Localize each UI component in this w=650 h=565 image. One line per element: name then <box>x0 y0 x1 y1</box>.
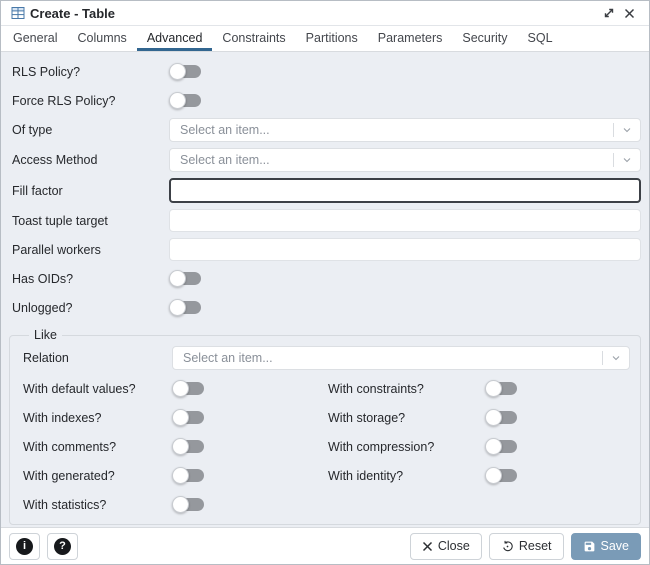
field-with-storage: With storage? <box>325 406 630 429</box>
has-oids-toggle[interactable] <box>169 270 202 287</box>
parallel-workers-label: Parallel workers <box>12 242 101 257</box>
help-icon: ? <box>54 537 71 555</box>
field-row-toast-tuple-target: Toast tuple target <box>9 209 641 232</box>
with-identity-label: With identity? <box>328 468 404 483</box>
sql-help-button[interactable]: i <box>9 532 40 560</box>
create-table-dialog: Create - Table General Columns Advanced … <box>0 0 650 565</box>
fill-factor-label: Fill factor <box>12 183 63 198</box>
rls-policy-label: RLS Policy? <box>12 64 81 79</box>
tab-security[interactable]: Security <box>452 27 517 51</box>
dialog-footer: i ? Close Reset Save <box>1 527 649 564</box>
with-identity-toggle[interactable] <box>485 467 518 484</box>
like-section: Like Relation Select an item... With def… <box>9 328 641 525</box>
tab-sql[interactable]: SQL <box>518 27 563 51</box>
of-type-placeholder: Select an item... <box>180 123 270 137</box>
field-with-identity: With identity? <box>325 464 630 487</box>
with-indexes-label: With indexes? <box>23 410 102 425</box>
with-generated-label: With generated? <box>23 468 115 483</box>
reset-button[interactable]: Reset <box>488 532 564 560</box>
field-with-statistics: With statistics? <box>20 493 325 516</box>
field-row-rls-policy: RLS Policy? <box>9 60 641 83</box>
with-compression-toggle[interactable] <box>485 438 518 455</box>
with-statistics-toggle[interactable] <box>172 496 205 513</box>
with-comments-label: With comments? <box>23 439 117 454</box>
tab-parameters[interactable]: Parameters <box>368 27 453 51</box>
save-icon <box>584 541 594 551</box>
field-row-unlogged: Unlogged? <box>9 296 641 319</box>
field-with-generated: With generated? <box>20 464 325 487</box>
dialog-title: Create - Table <box>30 5 116 21</box>
with-statistics-label: With statistics? <box>23 497 107 512</box>
field-row-relation: Relation Select an item... <box>20 346 630 370</box>
force-rls-policy-label: Force RLS Policy? <box>12 93 116 108</box>
field-with-indexes: With indexes? <box>20 406 325 429</box>
access-method-label: Access Method <box>12 153 98 167</box>
has-oids-label: Has OIDs? <box>12 271 74 286</box>
of-type-select[interactable]: Select an item... <box>169 118 641 142</box>
with-generated-toggle[interactable] <box>172 467 205 484</box>
close-x-icon <box>422 541 432 551</box>
field-row-force-rls-policy: Force RLS Policy? <box>9 89 641 112</box>
parallel-workers-input[interactable] <box>169 238 641 261</box>
with-storage-toggle[interactable] <box>485 409 518 426</box>
with-default-values-label: With default values? <box>23 381 136 396</box>
with-constraints-label: With constraints? <box>328 381 424 396</box>
relation-select[interactable]: Select an item... <box>172 346 630 370</box>
like-toggle-grid: With default values? With constraints? W… <box>20 377 630 522</box>
chevron-down-icon[interactable] <box>614 154 640 166</box>
toast-tuple-target-label: Toast tuple target <box>12 213 108 228</box>
relation-label: Relation <box>23 351 69 365</box>
force-rls-policy-toggle[interactable] <box>169 92 202 109</box>
close-button[interactable]: Close <box>409 532 482 560</box>
info-icon: i <box>16 537 33 555</box>
with-default-values-toggle[interactable] <box>172 380 205 397</box>
tab-advanced[interactable]: Advanced <box>136 27 213 51</box>
empty-cell <box>325 493 630 516</box>
save-button-label: Save <box>600 539 630 553</box>
close-button-label: Close <box>437 539 470 553</box>
with-storage-label: With storage? <box>328 410 406 425</box>
access-method-select[interactable]: Select an item... <box>169 148 641 172</box>
like-section-legend: Like <box>34 328 57 342</box>
field-row-parallel-workers: Parallel workers <box>9 238 641 261</box>
field-row-has-oids: Has OIDs? <box>9 267 641 290</box>
field-with-compression: With compression? <box>325 435 630 458</box>
reset-button-label: Reset <box>518 539 552 553</box>
dialog-help-button[interactable]: ? <box>47 532 78 560</box>
field-with-constraints: With constraints? <box>325 377 630 400</box>
dialog-tabs: General Columns Advanced Constraints Par… <box>1 26 649 52</box>
table-icon <box>11 7 25 19</box>
relation-placeholder: Select an item... <box>183 351 273 365</box>
save-button[interactable]: Save <box>570 532 641 560</box>
chevron-down-icon[interactable] <box>603 352 629 364</box>
field-row-access-method: Access Method Select an item... <box>9 148 641 172</box>
fill-factor-input[interactable] <box>169 178 641 203</box>
tab-general[interactable]: General <box>3 27 67 51</box>
toast-tuple-target-input[interactable] <box>169 209 641 232</box>
tab-columns[interactable]: Columns <box>67 27 136 51</box>
reset-icon <box>503 540 513 551</box>
field-row-fill-factor: Fill factor <box>9 178 641 203</box>
unlogged-label: Unlogged? <box>12 300 73 315</box>
maximize-icon[interactable] <box>599 3 619 23</box>
tab-constraints[interactable]: Constraints <box>212 27 295 51</box>
unlogged-toggle[interactable] <box>169 299 202 316</box>
field-with-default-values: With default values? <box>20 377 325 400</box>
with-compression-label: With compression? <box>328 439 435 454</box>
close-icon[interactable] <box>619 3 639 23</box>
rls-policy-toggle[interactable] <box>169 63 202 80</box>
with-constraints-toggle[interactable] <box>485 380 518 397</box>
with-indexes-toggle[interactable] <box>172 409 205 426</box>
dialog-titlebar: Create - Table <box>1 1 649 26</box>
field-row-of-type: Of type Select an item... <box>9 118 641 142</box>
with-comments-toggle[interactable] <box>172 438 205 455</box>
field-with-comments: With comments? <box>20 435 325 458</box>
chevron-down-icon[interactable] <box>614 124 640 136</box>
access-method-placeholder: Select an item... <box>180 153 270 167</box>
of-type-label: Of type <box>12 123 53 137</box>
tab-partitions[interactable]: Partitions <box>296 27 368 51</box>
dialog-body: RLS Policy? Force RLS Policy? Of type Se… <box>1 52 649 527</box>
